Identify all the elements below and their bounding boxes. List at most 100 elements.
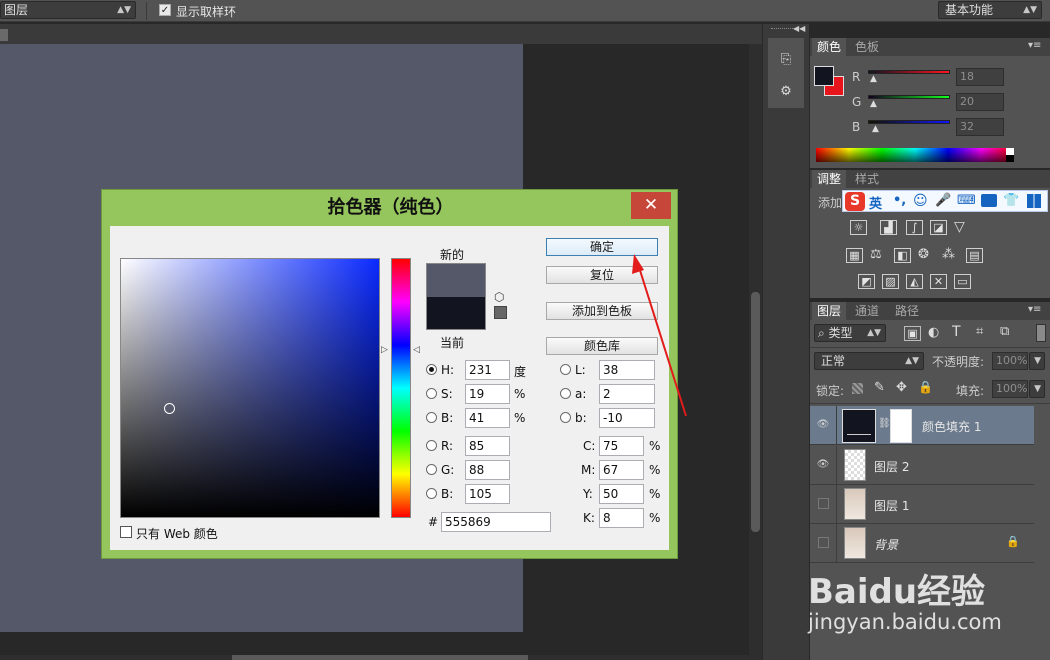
hue-saturation-icon[interactable]: ▦ [846,248,863,263]
blend-mode-select[interactable]: 正常 ▲▼ [814,352,924,370]
web-safe-swatch-icon[interactable] [494,306,507,319]
keyboard-icon[interactable]: ⌨ [957,193,976,208]
slider-r[interactable] [868,70,950,74]
tab-channels[interactable]: 通道 [850,302,884,320]
layer-kind-filter[interactable]: ⌕ 类型 ▲▼ [814,324,886,342]
layer-name[interactable]: 图层 2 [874,458,909,475]
visibility-toggle[interactable] [818,498,829,509]
slider-b[interactable] [868,120,950,124]
history-icon[interactable]: ⎘ [776,52,796,68]
opacity-dropdown[interactable]: ▼ [1029,352,1045,370]
foreground-color-swatch[interactable] [814,66,834,86]
sogou-logo-icon[interactable]: S [845,192,865,211]
input-g[interactable]: 20 [956,93,1004,111]
layer-name[interactable]: 背景 [874,536,898,553]
horizontal-scrollbar[interactable] [0,655,762,660]
spectrum-white[interactable] [1006,148,1014,155]
threshold-icon[interactable]: ◭ [906,274,923,289]
tab-paths[interactable]: 路径 [890,302,924,320]
lock-transparent-icon[interactable] [852,383,863,394]
radio-a[interactable] [560,388,571,399]
black-white-icon[interactable]: ◧ [894,248,911,263]
tab-adjustments[interactable]: 调整 [812,170,847,188]
layer-mask-thumbnail[interactable] [890,409,912,443]
filter-toggle[interactable] [1036,324,1046,342]
visibility-eye-icon[interactable]: 👁 [816,459,830,471]
microphone-icon[interactable]: 🎤 [935,193,951,208]
gradient-map-icon[interactable]: ▭ [954,274,971,289]
input-c[interactable]: 75 [599,436,644,456]
vertical-scroll-thumb[interactable] [751,292,760,532]
tab-styles[interactable]: 样式 [850,170,884,188]
color-lookup-icon[interactable]: ▤ [966,248,983,263]
workspace-select[interactable]: 基本功能 ▲▼ [938,1,1042,19]
fill-input[interactable]: 100% [992,380,1028,398]
slider-r-thumb[interactable]: ▲ [870,74,877,84]
tab-color[interactable]: 颜色 [812,38,847,56]
slider-g-thumb[interactable]: ▲ [870,99,877,109]
radio-h[interactable] [426,364,437,375]
fill-dropdown[interactable]: ▼ [1029,380,1045,398]
filter-smart-object-icon[interactable]: ⧉ [1000,324,1009,339]
filter-pixel-icon[interactable]: ▣ [904,326,921,341]
emoji-icon[interactable]: ☺ [913,193,928,209]
color-spectrum-bar[interactable] [816,148,1014,162]
photo-filter-icon[interactable]: ❂ [918,247,929,262]
layer-row[interactable]: 👁 ⛓ 颜色填充 1 [810,406,1034,445]
sample-layer-select[interactable]: 图层 ▲▼ [0,1,136,19]
color-field-cursor[interactable] [164,403,175,414]
layer-row[interactable]: 👁 图层 2 [810,446,1034,485]
input-h[interactable]: 231 [465,360,510,380]
posterize-icon[interactable]: ▨ [882,274,899,289]
show-sampling-ring-checkbox[interactable]: ✓ [159,4,171,16]
spectrum-black[interactable] [1006,155,1014,162]
horizontal-scroll-thumb[interactable] [232,655,528,660]
close-button[interactable]: ✕ [631,192,671,219]
layer-name[interactable]: 颜色填充 1 [922,418,981,435]
panel-menu-icon[interactable]: ▾≡ [1028,304,1041,315]
input-k[interactable]: 8 [599,508,644,528]
ime-toolbar[interactable]: S 英 •, ☺ 🎤 ⌨ 👕 [842,190,1048,212]
invert-icon[interactable]: ◩ [858,274,875,289]
brightness-icon[interactable]: ☼ [850,220,867,235]
input-m[interactable]: 67 [599,460,644,480]
saturation-brightness-field[interactable] [120,258,380,518]
levels-icon[interactable]: ▟ [880,220,897,235]
slider-b-thumb[interactable]: ▲ [872,124,879,134]
layer-name[interactable]: 图层 1 [874,497,909,514]
hue-slider-right-marker[interactable]: ◁ [413,345,420,355]
slider-g[interactable] [868,95,950,99]
radio-l[interactable] [560,364,571,375]
color-balance-icon[interactable]: ⚖ [870,247,882,262]
input-red[interactable]: 85 [465,436,510,456]
hue-slider[interactable] [391,258,411,518]
input-r[interactable]: 18 [956,68,1004,86]
lock-move-icon[interactable]: ✥ [896,380,907,395]
input-green[interactable]: 88 [465,460,510,480]
vertical-scrollbar[interactable] [749,44,762,656]
toolbox-icon[interactable] [981,194,997,207]
input-s[interactable]: 19 [465,384,510,404]
radio-lab-b[interactable] [560,412,571,423]
selective-color-icon[interactable]: ✕ [930,274,947,289]
hue-slider-left-marker[interactable]: ▷ [381,345,388,355]
menu-grid-icon[interactable] [1027,194,1041,208]
chain-link-icon[interactable]: ⛓ [878,418,891,429]
radio-g[interactable] [426,464,437,475]
vibrance-icon[interactable]: ▽ [954,219,965,235]
visibility-toggle[interactable] [818,537,829,548]
radio-b[interactable] [426,412,437,423]
skin-icon[interactable]: 👕 [1003,193,1019,208]
properties-icon[interactable]: ⚙ [776,84,796,100]
current-color-swatch[interactable] [427,297,485,329]
input-b[interactable]: 32 [956,118,1004,136]
out-of-gamut-cube-icon[interactable]: ⬡ [494,290,504,304]
layer-row[interactable]: 图层 1 [810,485,1034,524]
channel-mixer-icon[interactable]: ⁂ [942,247,955,262]
input-y[interactable]: 50 [599,484,644,504]
punctuation-icon[interactable]: •, [893,193,906,208]
collapse-arrows-icon[interactable]: ◀◀ [793,24,807,34]
opacity-input[interactable]: 100% [992,352,1028,370]
radio-r[interactable] [426,440,437,451]
exposure-icon[interactable]: ◪ [930,220,947,235]
